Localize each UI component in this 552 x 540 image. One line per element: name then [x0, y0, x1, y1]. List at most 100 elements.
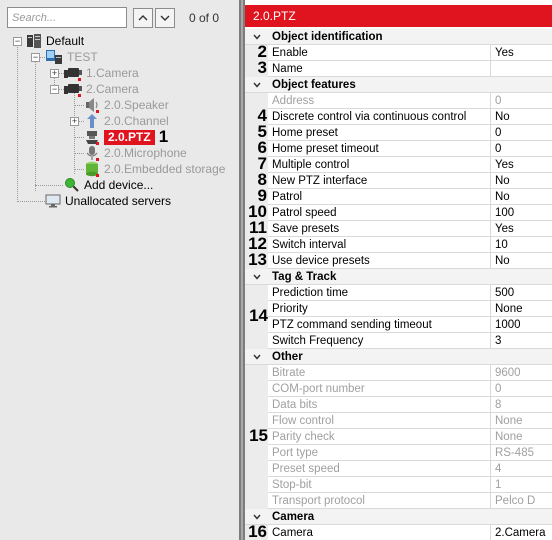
collapse-default-toggle[interactable]: −	[13, 37, 22, 46]
property-value[interactable]: 500	[490, 285, 552, 301]
search-input[interactable]	[7, 7, 127, 28]
property-value[interactable]: None	[490, 301, 552, 317]
search-result-count: 0 of 0	[189, 11, 220, 25]
property-row[interactable]: 4 Discrete control via continuous control…	[245, 107, 552, 125]
category-header[interactable]: Object identification	[245, 29, 552, 45]
property-value[interactable]	[490, 61, 552, 77]
search-previous-button[interactable]	[133, 8, 153, 28]
property-value[interactable]: 0	[490, 125, 552, 141]
property-row[interactable]: Priority None	[245, 301, 552, 317]
chevron-down-icon	[253, 34, 261, 40]
property-row[interactable]: 2 Enable Yes	[245, 43, 552, 61]
property-row[interactable]: 5 Home preset 0	[245, 123, 552, 141]
category-title: Other	[272, 351, 303, 363]
property-row[interactable]: 3 Name	[245, 59, 552, 77]
annotation-marker: 14	[249, 306, 268, 325]
tree-label: 1.Camera	[86, 66, 139, 80]
tree-node-test-server[interactable]: TEST	[45, 49, 98, 65]
property-row: Port type RS-485	[245, 445, 552, 461]
property-name: Switch interval	[272, 239, 347, 251]
property-row[interactable]: 9 Patrol No	[245, 187, 552, 205]
add-device-link[interactable]: Add device...	[64, 177, 153, 193]
property-name: Discrete control via continuous control	[272, 111, 467, 123]
chevron-down-icon	[253, 274, 261, 280]
property-row: Preset speed 4	[245, 461, 552, 477]
tree-node-channel[interactable]: 2.0.Channel	[84, 113, 169, 129]
search-next-button[interactable]	[155, 8, 175, 28]
property-row[interactable]: 12 Switch interval 10	[245, 235, 552, 253]
property-row: Flow control None	[245, 413, 552, 429]
property-row[interactable]: 10 Patrol speed 100	[245, 203, 552, 221]
property-value[interactable]: 100	[490, 205, 552, 221]
property-row[interactable]: 16 Camera 2.Camera	[245, 523, 552, 540]
property-name: Parity check	[272, 431, 335, 443]
property-value[interactable]: No	[490, 189, 552, 205]
tree-label: 2.Camera	[86, 82, 139, 96]
property-name: Camera	[272, 527, 313, 539]
tree-label-selected: 2.0.PTZ	[104, 129, 155, 145]
property-value[interactable]: Yes	[490, 45, 552, 61]
property-row[interactable]: Switch Frequency 3	[245, 333, 552, 349]
property-value[interactable]: No	[490, 109, 552, 125]
property-row[interactable]: PTZ command sending timeout 1000	[245, 317, 552, 333]
property-name: Data bits	[272, 399, 318, 411]
annotation-marker: 15	[249, 426, 268, 445]
property-value[interactable]: 0	[490, 141, 552, 157]
property-name: Save presets	[272, 223, 340, 235]
property-value: 1	[490, 477, 552, 493]
property-row[interactable]: 7 Multiple control Yes	[245, 155, 552, 173]
tree-node-embedded-storage[interactable]: 2.0.Embedded storage	[84, 161, 225, 177]
property-value[interactable]: Yes	[490, 221, 552, 237]
status-dot	[78, 94, 81, 97]
row-margin	[245, 493, 268, 509]
tree-node-camera-2[interactable]: 2.Camera	[64, 81, 139, 97]
property-row[interactable]: 13 Use device presets No	[245, 250, 552, 269]
category-title: Object identification	[272, 31, 383, 43]
property-row: Bitrate 9600	[245, 365, 552, 381]
tree-label: 2.0.Speaker	[104, 98, 169, 112]
property-value: 9600	[490, 365, 552, 381]
tree-node-unallocated-servers[interactable]: Unallocated servers	[45, 193, 171, 209]
property-name: Prediction time	[272, 287, 349, 299]
property-name: Preset speed	[272, 463, 340, 475]
device-tree-pane: 0 of 0 − Default − TEST + 1.Camera	[0, 0, 239, 540]
property-value: 4	[490, 461, 552, 477]
tree-label: TEST	[67, 50, 98, 64]
annotation-marker: 13	[248, 250, 267, 269]
tree-node-default[interactable]: Default	[26, 33, 84, 49]
property-row: Parity check None	[245, 429, 552, 445]
annotation-marker: 1	[158, 127, 169, 146]
category-header[interactable]: Camera	[245, 509, 552, 525]
expand-camera1-toggle[interactable]: +	[50, 69, 59, 78]
tree-node-camera-1[interactable]: 1.Camera	[64, 65, 139, 81]
property-value: RS-485	[490, 445, 552, 461]
property-value[interactable]: 2.Camera	[490, 525, 552, 540]
property-name: Patrol speed	[272, 207, 337, 219]
property-row[interactable]: 11 Save presets Yes	[245, 219, 552, 237]
collapse-camera2-toggle[interactable]: −	[50, 85, 59, 94]
property-value[interactable]: No	[490, 173, 552, 189]
property-value[interactable]: Yes	[490, 157, 552, 173]
property-value[interactable]: 10	[490, 237, 552, 253]
category-header[interactable]: Other	[245, 349, 552, 365]
property-value: 0	[490, 93, 552, 109]
tree-label: Default	[46, 34, 85, 48]
tree-node-microphone[interactable]: 2.0.Microphone	[84, 145, 187, 161]
property-value[interactable]: 1000	[490, 317, 552, 333]
property-row[interactable]: 8 New PTZ interface No	[245, 171, 552, 189]
row-margin	[245, 285, 268, 301]
property-row[interactable]: Prediction time 500	[245, 285, 552, 301]
property-name: Transport protocol	[272, 495, 365, 507]
tree-label: 2.0.Channel	[104, 114, 169, 128]
property-row[interactable]: 6 Home preset timeout 0	[245, 139, 552, 157]
add-device-icon	[65, 178, 79, 192]
property-value[interactable]: 3	[490, 333, 552, 349]
property-row: COM-port number 0	[245, 381, 552, 397]
collapse-test-toggle[interactable]: −	[31, 53, 40, 62]
category-header[interactable]: Tag & Track	[245, 269, 552, 285]
expand-channel-toggle[interactable]: +	[70, 117, 79, 126]
category-header[interactable]: Object features	[245, 77, 552, 93]
property-row: Data bits 8	[245, 397, 552, 413]
property-value[interactable]: No	[490, 253, 552, 269]
property-value: None	[490, 413, 552, 429]
